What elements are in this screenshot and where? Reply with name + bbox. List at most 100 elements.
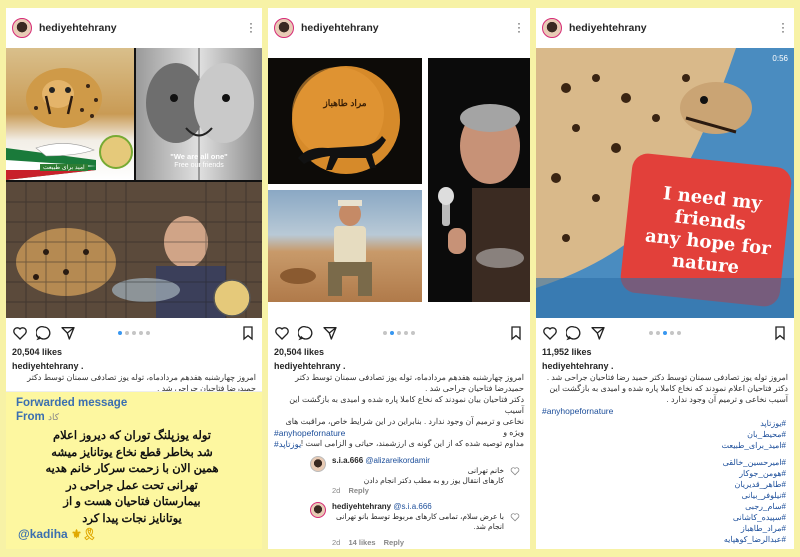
more-options-icon[interactable]: · · · — [780, 17, 786, 37]
comment-avatar[interactable] — [310, 456, 326, 472]
comment-mention[interactable]: @s.i.a.666 — [393, 502, 431, 511]
caption-line: مداوم توصیه شده که از این گونه ی ارزشمند… — [300, 439, 524, 448]
sign-text: I need my friends any hope for nature — [630, 180, 788, 283]
heart-icon[interactable] — [274, 325, 290, 341]
caption-username[interactable]: hediyehtehrany . — [542, 361, 614, 371]
more-options-icon[interactable]: · · · — [516, 17, 522, 37]
ribbon-icon: ⚜🎗 — [71, 527, 98, 541]
hashtag-link[interactable]: #anyhopefornature — [274, 428, 345, 438]
caption-text: امروز توله یوز تصادفی سمنان توسط دکتر حم… — [542, 372, 788, 405]
carousel-dots — [118, 331, 150, 335]
username[interactable]: hediyehtehrany — [301, 22, 379, 34]
caption-line: دکتر فتاحیان اعلام نمودند که نخاع کاملا … — [549, 384, 788, 393]
forwarded-line: یوتانایز نجات پیدا کرد — [82, 512, 182, 525]
hashtag-link[interactable]: #مراد_طاهباز — [721, 523, 786, 534]
post-header: hediyehtehrany · · · — [536, 8, 794, 48]
quote-subtext: Free our friends — [174, 162, 224, 169]
hashtag-link[interactable]: #طاهر_قدیریان — [721, 479, 786, 490]
comment-mention[interactable]: @alizareikordamir — [365, 456, 430, 465]
comment-heart-icon[interactable] — [510, 512, 520, 522]
signature-handle: @kadiha — [18, 527, 68, 541]
reply-button[interactable]: Reply — [384, 538, 404, 547]
hashtag-link[interactable]: #نیلوفر_بیانی — [721, 490, 786, 501]
hashtag-link[interactable]: #anyhopefornature — [542, 406, 613, 416]
comment-line: خانم تهرانی — [467, 466, 504, 475]
share-icon[interactable] — [590, 325, 606, 341]
forwarded-line: بیمارستان فتاحیان هست و از — [63, 496, 201, 508]
heart-icon[interactable] — [542, 325, 558, 341]
bookmark-icon[interactable] — [240, 325, 256, 341]
comment-heart-icon[interactable] — [510, 466, 520, 476]
cheetah-photo: امید برای طبیعت — [6, 48, 134, 180]
moon-text: مراد طاهباز — [323, 98, 367, 108]
comment-body: خانم تهرانی کارهای انتقال یوز رو به مطب … — [332, 466, 504, 486]
forwarded-line: همین الان با زحمت سرکار خانم هدیه — [45, 463, 219, 475]
comment-username[interactable]: hediyehtehrany — [332, 502, 391, 511]
forwarded-line: توله یوزپلنگ توران که دیروز اعلام — [52, 430, 212, 442]
post-video[interactable]: 0:56 I need my friends any hope for natu… — [536, 48, 794, 318]
comment-line: انجام شد. — [473, 522, 504, 531]
like-count[interactable]: 20,504 likes — [274, 347, 324, 357]
caption-line: امروز توله یوز تصادفی سمنان توسط دکتر حم… — [546, 373, 788, 382]
bookmark-icon[interactable] — [508, 325, 524, 341]
share-icon[interactable] — [322, 325, 338, 341]
hashtag-link[interactable]: #هومن_جوکار — [721, 468, 786, 479]
comment-meta: 2d Reply — [332, 486, 369, 495]
comment-header: s.i.a.666 @alizareikordamir — [332, 456, 430, 465]
heart-icon[interactable] — [12, 325, 28, 341]
from-label: From — [16, 411, 45, 423]
like-count[interactable]: 20,504 likes — [12, 347, 62, 357]
action-bar — [536, 321, 794, 345]
forwarded-body: توله یوزپلنگ توران که دیروز اعلام شد بخا… — [14, 428, 250, 527]
comment-like-count[interactable]: 14 likes — [348, 538, 375, 547]
username[interactable]: hediyehtehrany — [39, 22, 117, 34]
comment-username[interactable]: s.i.a.666 — [332, 456, 363, 465]
avatar[interactable] — [542, 18, 562, 38]
caption-line: امروز چهارشنبه هفدهم مردادماه، توله یوز … — [27, 373, 256, 382]
comment-icon[interactable] — [566, 325, 582, 341]
man-cheetah-cage-photo — [6, 182, 262, 318]
caption-username[interactable]: hediyehtehrany . — [274, 361, 346, 371]
comment-avatar[interactable] — [310, 502, 326, 518]
comment-time: 2d — [332, 486, 341, 495]
bookmark-icon[interactable] — [772, 325, 788, 341]
carousel-dots — [383, 331, 415, 335]
comment-body: با عرض سلام، تمامی کارهای مربوط توسط بان… — [332, 512, 504, 532]
hashtag-list: #یوزتاپد #محیط_بان #امید_برای_طبیعت #امی… — [721, 418, 786, 545]
hashtag-link[interactable]: #سپیده_کاشانی — [721, 512, 786, 523]
like-count[interactable]: 11,952 likes — [542, 347, 592, 357]
comment-meta: 2d 14 likes Reply — [332, 538, 404, 547]
reply-button[interactable]: Reply — [348, 486, 368, 495]
comment-line: کارهای انتقال یوز رو به مطب دکتر انجام د… — [363, 476, 504, 485]
forwarded-line: تهرانی تحت عمل جراحی در — [66, 479, 198, 492]
hashtag-link[interactable]: #عبدالرضا_کوهپایه — [721, 534, 786, 545]
forwarded-title: Forwarded message — [16, 397, 128, 409]
more-options-icon[interactable]: · · · — [248, 17, 254, 37]
forwarded-from: From کاد — [16, 411, 59, 423]
from-name: کاد — [47, 412, 59, 422]
desert-man-photo — [268, 190, 422, 302]
hashtag-link[interactable]: #سام_رجبی — [721, 501, 786, 512]
comment-icon[interactable] — [36, 325, 52, 341]
hashtag-link[interactable]: #محیط_بان — [721, 429, 786, 440]
comment-icon[interactable] — [298, 325, 314, 341]
caption-line: دکتر فتاحیان بیان نمودند که نخاع کاملا پ… — [289, 395, 524, 415]
hashtag-link[interactable]: #یوزتاپد — [274, 439, 301, 450]
forwarded-message-note: Forwarded message From کاد توله یوزپلنگ … — [6, 391, 262, 549]
username[interactable]: hediyehtehrany — [569, 22, 647, 34]
post-media-collage: امید برای طبیعت "We are all one" Free ou… — [6, 48, 262, 318]
action-bar — [268, 321, 530, 345]
hashtag-link[interactable]: #امیرحسین_خالقی — [721, 457, 786, 468]
avatar[interactable] — [274, 18, 294, 38]
share-icon[interactable] — [60, 325, 76, 341]
signature-row: @kadiha ⚜🎗 — [18, 527, 97, 541]
post-header: hediyehtehrany · · · — [6, 8, 262, 48]
comment: s.i.a.666 @alizareikordamir خانم تهرانی … — [268, 454, 530, 496]
caption-username[interactable]: hediyehtehrany . — [12, 361, 84, 371]
avatar[interactable] — [12, 18, 32, 38]
hashtag-link[interactable]: #امید_برای_طبیعت — [721, 440, 786, 451]
caption-line: آسیب نخاعی و ترمیم آن وجود ندارد . — [666, 395, 788, 404]
caption-line: امروز چهارشنبه هفدهم مردادماه، توله یوز … — [295, 373, 524, 382]
comment-header: hediyehtehrany @s.i.a.666 — [332, 502, 432, 511]
hashtag-link[interactable]: #یوزتاپد — [721, 418, 786, 429]
